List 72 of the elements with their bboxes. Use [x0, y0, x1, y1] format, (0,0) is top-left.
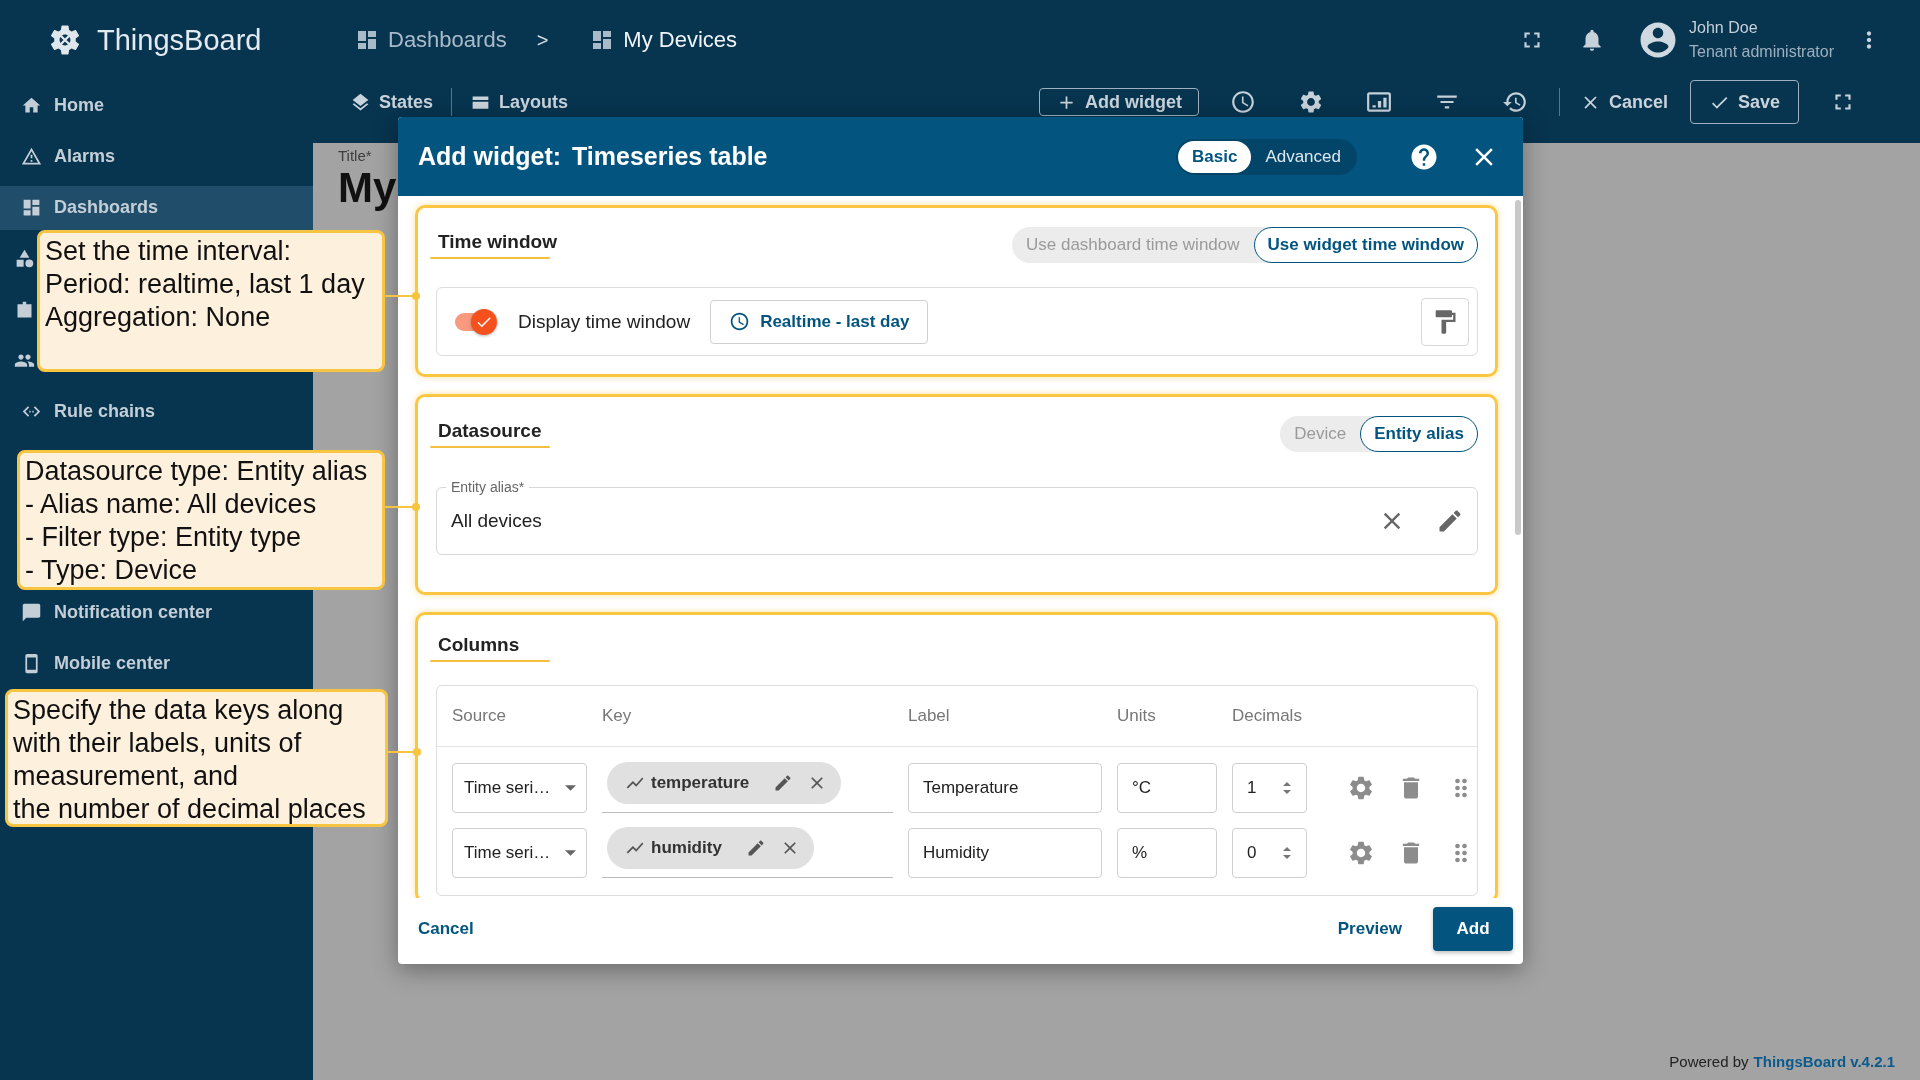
dialog-title: Add widget:: [418, 142, 562, 171]
chat-icon: [21, 601, 42, 623]
decimals-input[interactable]: 0: [1232, 827, 1307, 878]
mode-tab[interactable]: Basic: [1178, 140, 1252, 173]
paint-roller-button[interactable]: [1421, 297, 1469, 346]
column-header: Label: [908, 706, 951, 726]
sidebar-item[interactable]: Rule chains: [0, 389, 313, 434]
user-name: John Doe: [1689, 18, 1759, 38]
annotation-callout: Set the time interval: Period: realtime, last 1 day Aggregation: None: [37, 230, 385, 372]
title-label: Title*: [338, 147, 372, 164]
key-chip[interactable]: humidity: [607, 827, 814, 869]
widget-name: Timeseries table: [572, 142, 768, 171]
units-input[interactable]: °C: [1117, 762, 1217, 813]
decimals-input[interactable]: 1: [1232, 762, 1307, 813]
column-header: Units: [1117, 706, 1157, 726]
column-header: Decimals: [1232, 706, 1303, 726]
toggle-label: Display time window: [518, 310, 691, 333]
sidebar-item[interactable]: Alarms: [0, 134, 313, 179]
sidebar-item[interactable]: Dashboards: [0, 185, 313, 230]
key-name: temperature: [651, 773, 750, 793]
spinner-icon[interactable]: [1282, 779, 1292, 796]
label-input[interactable]: Humidity: [908, 827, 1102, 878]
add-button[interactable]: Add: [1433, 907, 1513, 951]
layouts-button[interactable]: Layouts: [470, 88, 569, 116]
user-role: Tenant administrator: [1689, 42, 1834, 62]
units-input[interactable]: %: [1117, 827, 1217, 878]
history-icon[interactable]: [1501, 89, 1528, 115]
dashboard-title: My: [338, 164, 397, 212]
dashboard-icon: [355, 28, 379, 52]
section-title: Datasource: [437, 420, 543, 442]
annotation-callout: Datasource type: Entity alias - Alias name: All devices - Filter type: Entity type - Type: Device: [17, 450, 385, 590]
home-icon: [21, 95, 42, 116]
breadcrumb-item[interactable]: Dashboards: [388, 27, 507, 53]
states-button[interactable]: States: [350, 88, 434, 116]
screen-chart-icon[interactable]: [1365, 89, 1392, 115]
cancel-button[interactable]: Cancel: [418, 913, 474, 945]
sidebar-item[interactable]: Mobile center: [0, 641, 313, 685]
layers-icon: [350, 91, 371, 113]
label-input[interactable]: Temperature: [908, 762, 1102, 813]
section-title: Time window: [437, 231, 557, 253]
entity-alias-field[interactable]: Entity alias* All devices: [436, 478, 1478, 555]
logo-text[interactable]: ThingsBoard: [97, 23, 262, 57]
source-select[interactable]: Time seri…: [452, 762, 587, 813]
clock-icon: [729, 311, 751, 332]
source-select[interactable]: Time seri…: [452, 827, 587, 878]
caret-icon: [565, 784, 576, 791]
option-tab[interactable]: Use widget time window: [1253, 227, 1478, 263]
cancel-button[interactable]: Cancel: [1579, 88, 1668, 116]
section-title: Columns: [437, 634, 521, 656]
breadcrumb-separator: >: [536, 28, 549, 52]
caret-icon: [565, 849, 576, 856]
breadcrumb-item[interactable]: My Devices: [623, 27, 737, 53]
scrollbar[interactable]: [1515, 200, 1521, 535]
column-header: Source: [452, 706, 507, 726]
powered-by-text: Powered by: [1669, 1053, 1749, 1070]
warning-icon: [21, 146, 42, 167]
clock-icon[interactable]: [1229, 89, 1256, 115]
spinner-icon[interactable]: [1282, 844, 1292, 861]
shapes-icon[interactable]: [14, 248, 35, 269]
sidebar-item[interactable]: Home: [0, 83, 313, 128]
option-tab[interactable]: Entity alias: [1360, 416, 1478, 452]
preview-button[interactable]: Preview: [1337, 913, 1402, 945]
key-chip[interactable]: temperature: [607, 762, 842, 804]
save-button[interactable]: Save: [1689, 80, 1799, 124]
sidebar-item[interactable]: Notification center: [0, 590, 313, 634]
mode-tab[interactable]: Advanced: [1251, 140, 1355, 173]
dashboard-icon: [21, 197, 42, 218]
key-name: humidity: [651, 838, 722, 858]
interval-button[interactable]: Realtime - last day: [710, 299, 929, 344]
column-header: Key: [602, 706, 633, 726]
add-widget-button[interactable]: Add widget: [1038, 88, 1199, 116]
annotation-callout: Specify the data keys along with their labels, units of measurement, and the number of decimal places: [5, 689, 388, 827]
